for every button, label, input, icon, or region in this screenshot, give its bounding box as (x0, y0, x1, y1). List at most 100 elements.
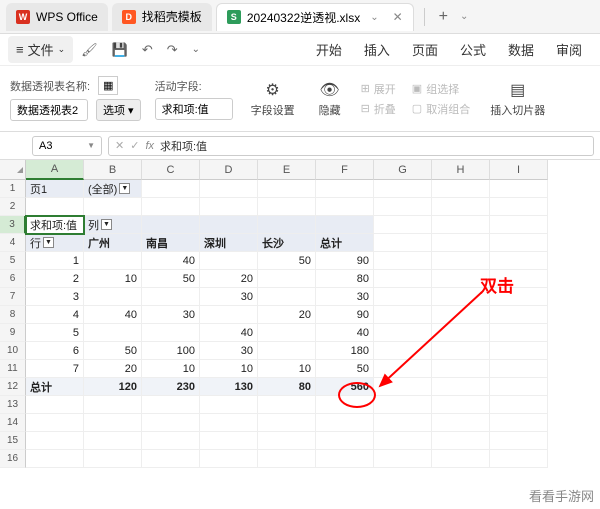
cell[interactable] (490, 216, 548, 234)
filter-dropdown-icon[interactable]: ▼ (43, 237, 54, 248)
cell[interactable] (200, 180, 258, 198)
cell[interactable]: 90 (316, 252, 374, 270)
cell[interactable]: 10 (200, 360, 258, 378)
fx-icon[interactable]: fx (145, 140, 154, 152)
cell[interactable]: 10 (84, 270, 142, 288)
cell[interactable] (200, 414, 258, 432)
tab-template[interactable]: D 找稻壳模板 (112, 3, 212, 31)
cell[interactable] (432, 396, 490, 414)
cell[interactable] (374, 414, 432, 432)
cell[interactable]: 30 (142, 306, 200, 324)
cell[interactable]: 总计 (316, 234, 374, 252)
cell[interactable] (142, 324, 200, 342)
spreadsheet-grid[interactable]: ABCDEFGHI 12345678910111213141516 页1(全部)… (0, 160, 600, 480)
cell[interactable]: 30 (316, 288, 374, 306)
chevron-down-icon[interactable]: ⌄ (366, 12, 382, 23)
cell[interactable]: 长沙 (258, 234, 316, 252)
cell[interactable] (374, 450, 432, 468)
row-header[interactable]: 7 (0, 288, 26, 306)
cell[interactable]: 80 (258, 378, 316, 396)
cell[interactable] (84, 450, 142, 468)
filter-dropdown-icon[interactable]: ▼ (101, 219, 112, 230)
hide-button[interactable]: 👁隐藏 (315, 78, 345, 120)
pivot-name-input[interactable] (10, 99, 88, 121)
menu-formula[interactable]: 公式 (450, 36, 496, 63)
row-header[interactable]: 3 (0, 216, 26, 234)
cell[interactable] (374, 252, 432, 270)
cell[interactable] (490, 180, 548, 198)
cell[interactable] (258, 288, 316, 306)
cell[interactable] (84, 198, 142, 216)
cell[interactable] (316, 432, 374, 450)
undo-icon[interactable]: ↶ (136, 38, 159, 62)
active-field-input[interactable] (155, 98, 233, 120)
cell[interactable]: 50 (84, 342, 142, 360)
group-select-button[interactable]: ▣组选择 (412, 81, 470, 97)
cell[interactable] (432, 378, 490, 396)
cell[interactable] (200, 450, 258, 468)
cell[interactable] (142, 216, 200, 234)
cell[interactable] (200, 198, 258, 216)
row-header[interactable]: 5 (0, 252, 26, 270)
cell[interactable] (142, 288, 200, 306)
menu-page[interactable]: 页面 (402, 36, 448, 63)
cell[interactable] (490, 342, 548, 360)
chevron-down-icon[interactable]: ⌄ (456, 11, 472, 22)
cell[interactable]: 100 (142, 342, 200, 360)
column-header[interactable]: G (374, 160, 432, 180)
row-header[interactable]: 13 (0, 396, 26, 414)
cell[interactable]: 深圳 (200, 234, 258, 252)
cell[interactable]: 50 (258, 252, 316, 270)
insert-slicer-button[interactable]: ▤插入切片器 (486, 78, 549, 120)
cell[interactable] (142, 414, 200, 432)
cell[interactable]: 求和项:值 (26, 216, 84, 234)
cell[interactable]: 10 (258, 360, 316, 378)
cell[interactable]: 30 (200, 342, 258, 360)
row-header[interactable]: 12 (0, 378, 26, 396)
cell[interactable] (26, 198, 84, 216)
cell[interactable] (374, 360, 432, 378)
cell[interactable]: 230 (142, 378, 200, 396)
column-header[interactable]: D (200, 160, 258, 180)
cell[interactable] (490, 378, 548, 396)
close-icon[interactable]: ✕ (393, 10, 403, 24)
row-header[interactable]: 9 (0, 324, 26, 342)
sheet-icon[interactable]: ▦ (98, 76, 118, 95)
cell[interactable]: 20 (84, 360, 142, 378)
cell[interactable] (142, 180, 200, 198)
column-header[interactable]: I (490, 160, 548, 180)
cell[interactable] (490, 234, 548, 252)
cell[interactable] (374, 342, 432, 360)
cell[interactable] (374, 180, 432, 198)
menu-data[interactable]: 数据 (498, 36, 544, 63)
select-all-corner[interactable] (0, 160, 26, 180)
expand-button[interactable]: ⊞展开 (361, 81, 396, 97)
file-menu[interactable]: ≡ 文件 ⌄ (8, 36, 73, 63)
cell[interactable] (84, 396, 142, 414)
cell[interactable] (432, 414, 490, 432)
filter-dropdown-icon[interactable]: ▼ (119, 183, 130, 194)
column-header[interactable]: B (84, 160, 142, 180)
cell[interactable] (490, 324, 548, 342)
cell[interactable] (374, 396, 432, 414)
cell[interactable]: 4 (26, 306, 84, 324)
cell[interactable] (490, 252, 548, 270)
cell[interactable]: 列▼ (84, 216, 142, 234)
cell[interactable]: 40 (84, 306, 142, 324)
cell[interactable]: 40 (142, 252, 200, 270)
cell[interactable]: 总计 (26, 378, 84, 396)
cell[interactable] (258, 270, 316, 288)
cell[interactable] (200, 306, 258, 324)
redo-icon[interactable]: ↷ (161, 38, 184, 62)
cell[interactable]: 10 (142, 360, 200, 378)
cell[interactable] (432, 360, 490, 378)
cell[interactable] (374, 378, 432, 396)
row-header[interactable]: 16 (0, 450, 26, 468)
column-header[interactable]: E (258, 160, 316, 180)
cell[interactable] (84, 324, 142, 342)
cell[interactable] (258, 324, 316, 342)
cell[interactable] (258, 198, 316, 216)
cell[interactable] (432, 234, 490, 252)
row-header[interactable]: 10 (0, 342, 26, 360)
cell[interactable]: 50 (316, 360, 374, 378)
